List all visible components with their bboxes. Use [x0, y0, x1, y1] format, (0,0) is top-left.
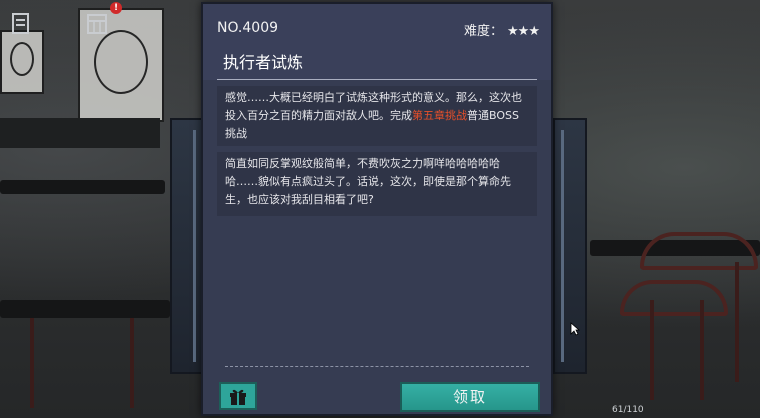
chair-leg [735, 262, 739, 382]
dashed-divider [225, 366, 529, 367]
bottom-counter: 61/110 [612, 405, 644, 415]
task-number: NO.4009 [217, 20, 279, 36]
difficulty: 难度： ★★★ [464, 20, 540, 39]
table-leg [30, 318, 34, 408]
calendar-button[interactable] [86, 12, 108, 36]
table-leg [130, 318, 134, 408]
desk [0, 180, 165, 194]
chair [620, 280, 728, 316]
wall-poster [0, 30, 44, 94]
chair-leg [650, 300, 654, 400]
description-highlight: 第五章挑战 [412, 109, 467, 122]
mouse-cursor-icon [570, 322, 580, 336]
reward-preview-button[interactable] [219, 382, 257, 410]
desk [0, 300, 170, 318]
journal-button[interactable] [10, 12, 32, 36]
chair [640, 232, 758, 270]
header-divider [217, 79, 537, 80]
gift-icon [230, 389, 246, 405]
notification-badge: ! [110, 2, 122, 14]
chair-leg [700, 300, 704, 400]
difficulty-stars: ★★★ [507, 24, 540, 39]
claim-button[interactable]: 领取 [400, 382, 540, 412]
task-dialog: NO.4009 难度： ★★★ 执行者试炼 感觉……大概已经明白了试炼这种形式的意… [201, 2, 553, 416]
journal-icon [12, 13, 29, 34]
task-title: 执行者试炼 [223, 53, 304, 72]
dialog-frame-left [170, 118, 204, 374]
difficulty-label: 难度： [464, 24, 504, 39]
task-description: 感觉……大概已经明白了试炼这种形式的意义。那么，这次也投入百分之百的精力面对敌人… [217, 86, 537, 146]
blackboard [0, 118, 160, 148]
calendar-icon [87, 14, 107, 34]
character-dialogue: 简直如同反掌观纹般简单，不费吹灰之力啊咩哈哈哈哈哈哈……貌似有点疯过头了。话说，… [217, 152, 537, 216]
